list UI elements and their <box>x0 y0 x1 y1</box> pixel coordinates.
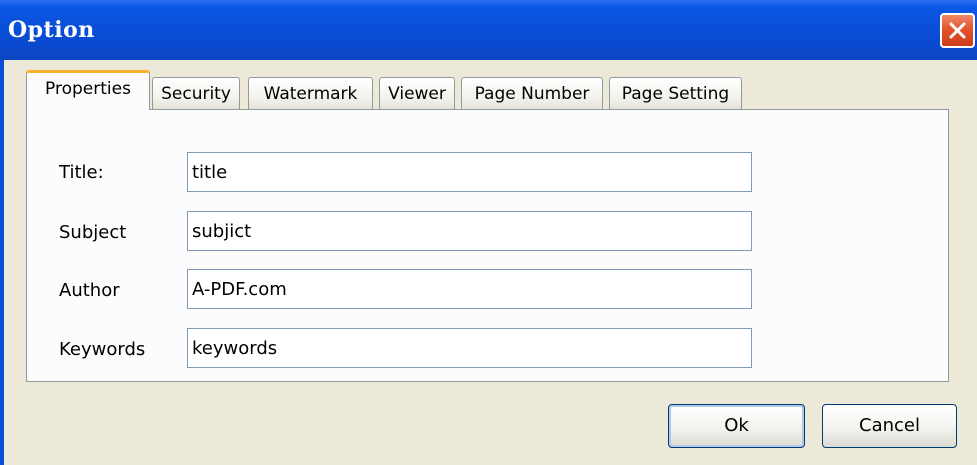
title-input[interactable] <box>187 152 752 192</box>
tab-page-setting[interactable]: Page Setting <box>609 77 742 109</box>
tab-label: Page Setting <box>621 84 730 104</box>
tab-security[interactable]: Security <box>152 77 240 109</box>
subject-label: Subject <box>59 222 127 243</box>
tab-viewer[interactable]: Viewer <box>379 77 455 109</box>
window-title: Option <box>8 17 95 43</box>
window-border <box>0 60 4 465</box>
close-button[interactable] <box>940 13 975 48</box>
ok-button-label: Ok <box>724 415 749 436</box>
author-label: Author <box>59 280 120 301</box>
keywords-label: Keywords <box>59 339 146 360</box>
tab-watermark[interactable]: Watermark <box>248 77 373 109</box>
ok-button[interactable]: Ok <box>668 404 805 448</box>
tab-properties[interactable]: Properties <box>26 70 150 110</box>
tab-label: Viewer <box>388 84 446 104</box>
cancel-button-label: Cancel <box>859 415 920 436</box>
title-bar[interactable]: Option <box>0 0 977 60</box>
keywords-input[interactable] <box>187 328 752 368</box>
tab-label: Security <box>161 84 231 104</box>
subject-input[interactable] <box>187 211 752 251</box>
title-label: Title: <box>59 162 104 183</box>
author-input[interactable] <box>187 269 752 309</box>
tab-label: Properties <box>45 79 131 99</box>
option-dialog: Option Properties Security Watermark Vie… <box>0 0 977 465</box>
tab-label: Watermark <box>263 84 358 104</box>
properties-panel: Title: Subject Author Keywords <box>26 109 949 382</box>
close-icon <box>949 22 966 39</box>
cancel-button[interactable]: Cancel <box>822 404 957 448</box>
tab-page-number[interactable]: Page Number <box>461 77 603 109</box>
tab-label: Page Number <box>474 84 590 104</box>
